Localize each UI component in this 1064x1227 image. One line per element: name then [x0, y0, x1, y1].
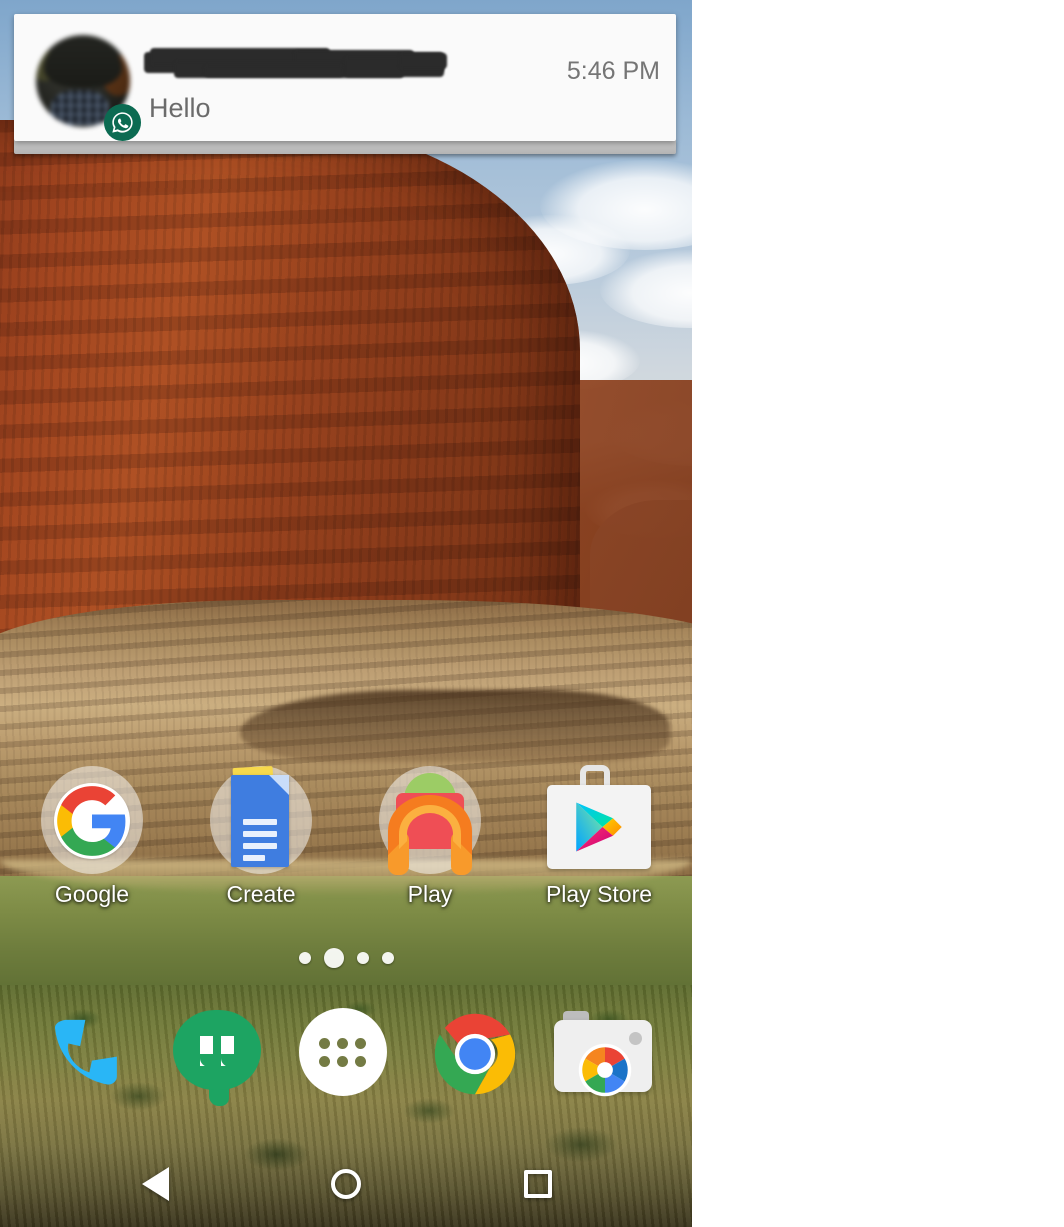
- quote-mark: [200, 1036, 213, 1067]
- whatsapp-icon: [104, 104, 141, 141]
- notification-body: Hello: [149, 93, 211, 123]
- app-label: Create: [226, 881, 296, 907]
- drawer-hole: [355, 1038, 366, 1049]
- nav-recents[interactable]: [478, 1140, 598, 1227]
- page-dot-active[interactable]: [323, 948, 344, 968]
- cloud-shape: [540, 160, 692, 250]
- dock-chrome[interactable]: [427, 1006, 523, 1102]
- doc-line: [243, 855, 265, 861]
- doc-line: [243, 819, 277, 825]
- drawer-hole: [319, 1038, 330, 1049]
- app-icon-play[interactable]: [374, 765, 486, 877]
- dock-hangouts[interactable]: [169, 1006, 265, 1106]
- drawer-hole: [355, 1056, 366, 1067]
- app-label: Play Store: [545, 881, 653, 907]
- avatar-detail: [43, 36, 123, 89]
- app-icon-create[interactable]: [205, 765, 317, 877]
- app-icon-google[interactable]: [36, 765, 148, 877]
- dock-camera[interactable]: [553, 1006, 652, 1102]
- back-triangle-icon: [141, 1166, 169, 1201]
- android-home-screen: Google Create Play Play Store Hello 5:46…: [0, 0, 692, 1227]
- google-docs-icon: [231, 775, 289, 867]
- cloud-shape: [600, 250, 692, 328]
- page-indicator: [0, 948, 692, 968]
- home-circle-icon: [331, 1168, 361, 1199]
- doc-line: [243, 843, 277, 849]
- app-google[interactable]: Google: [22, 765, 162, 908]
- notification-stack-peek: [14, 140, 676, 154]
- hangouts-icon: [173, 1010, 261, 1090]
- camera-aperture-icon: [578, 1043, 632, 1097]
- phone-handset-icon: [55, 1019, 117, 1085]
- nav-home[interactable]: [286, 1140, 406, 1227]
- drawer-hole: [337, 1056, 348, 1067]
- camera-icon: [554, 1020, 652, 1097]
- avatar-detail: [51, 90, 110, 126]
- app-play[interactable]: Play: [360, 765, 500, 908]
- rock-shadow: [240, 690, 670, 762]
- page-dot[interactable]: [298, 952, 311, 964]
- navigation-bar: [0, 1140, 692, 1227]
- app-label: Google: [54, 881, 130, 907]
- notification-timestamp: 5:46 PM: [566, 57, 660, 85]
- dock-app-drawer[interactable]: [297, 1006, 393, 1102]
- app-play-store[interactable]: Play Store: [529, 765, 669, 908]
- dock-phone[interactable]: [40, 1006, 136, 1102]
- page-dot[interactable]: [356, 952, 369, 964]
- app-create[interactable]: Create: [191, 765, 331, 908]
- doc-line: [243, 831, 277, 837]
- google-g-icon: [57, 786, 126, 856]
- drawer-hole: [337, 1038, 348, 1049]
- recents-square-icon: [524, 1169, 552, 1198]
- page-fold: [269, 775, 289, 795]
- redaction-scribble: [144, 48, 448, 83]
- notification-card[interactable]: Hello 5:46 PM: [14, 14, 676, 141]
- quote-mark: [221, 1036, 234, 1067]
- drawer-hole: [319, 1056, 330, 1067]
- chrome-icon: [434, 1013, 516, 1095]
- screenshot-canvas: Google Create Play Play Store Hello 5:46…: [0, 0, 1064, 1227]
- app-drawer-icon[interactable]: [299, 1008, 387, 1096]
- app-icon-play-store[interactable]: [543, 765, 655, 877]
- whatsapp-glyph: [112, 112, 133, 133]
- nav-back[interactable]: [95, 1140, 215, 1227]
- play-triangle-icon: [576, 802, 622, 852]
- page-dot[interactable]: [381, 952, 394, 964]
- app-label: Play: [407, 881, 453, 907]
